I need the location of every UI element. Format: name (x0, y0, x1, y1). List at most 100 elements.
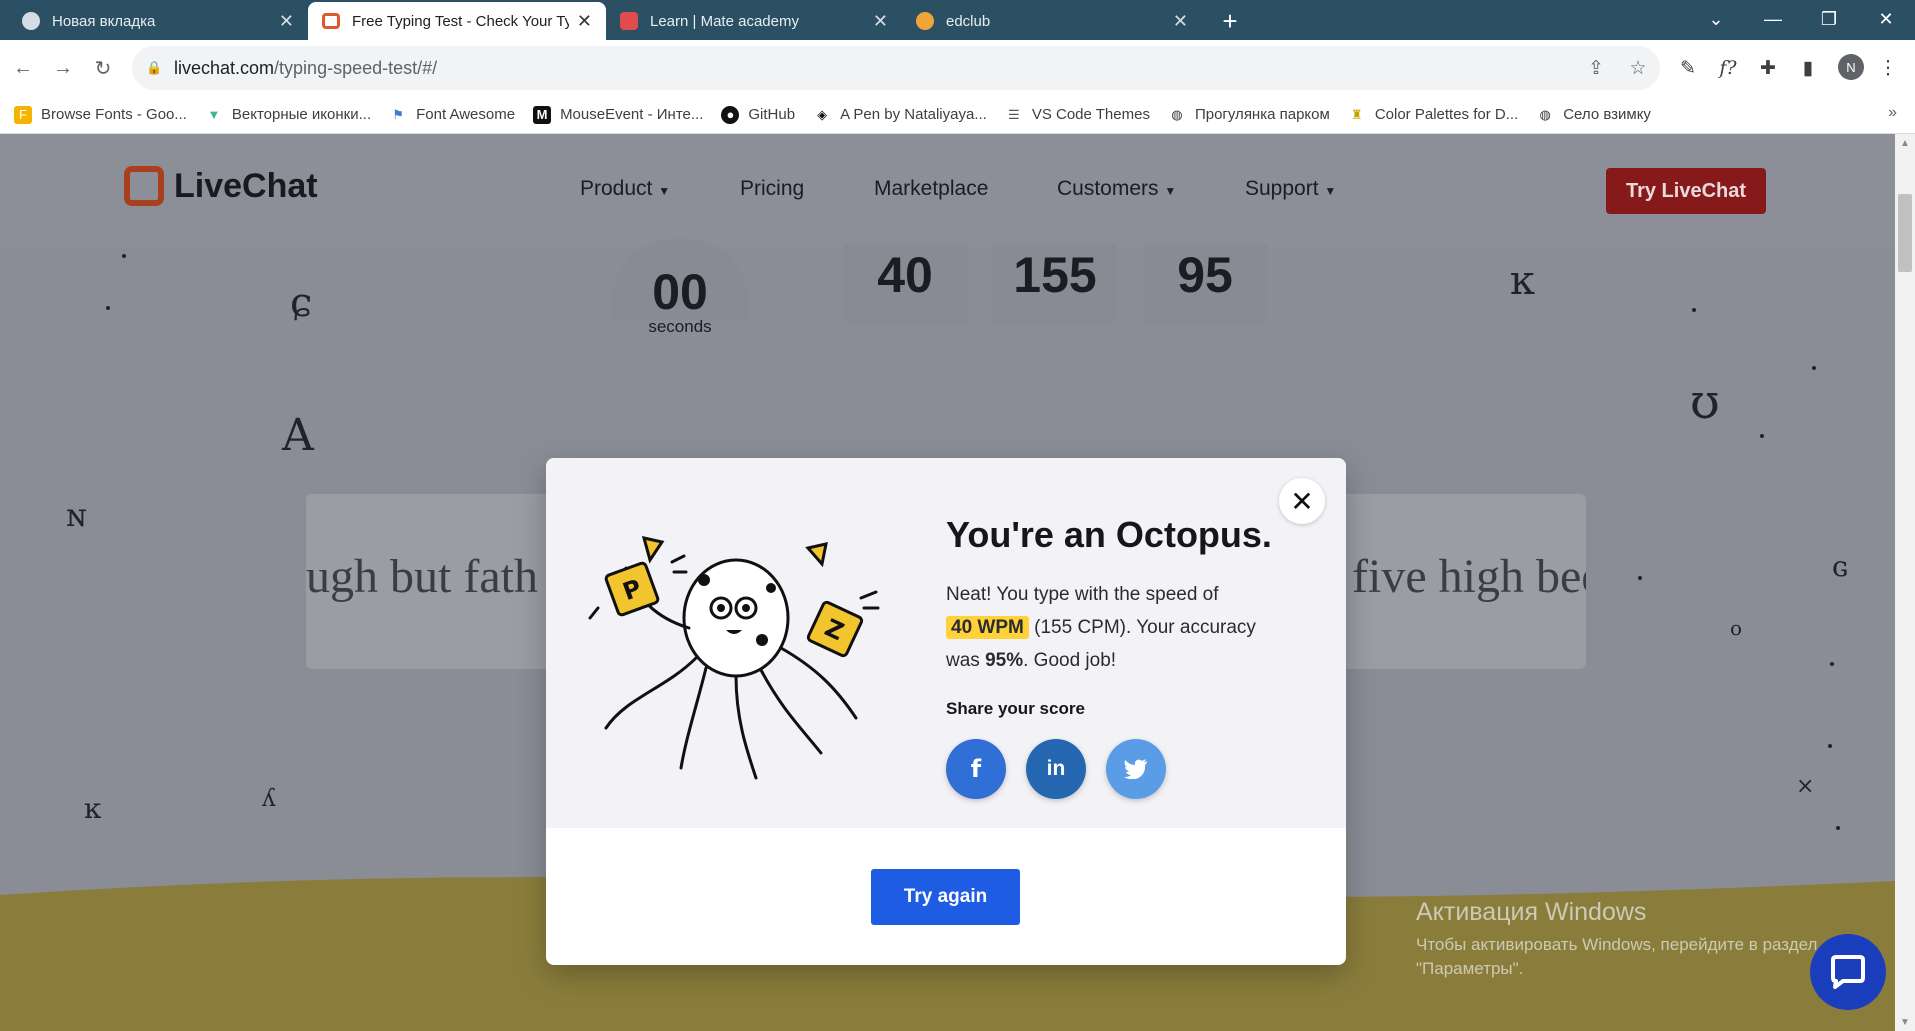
profile-avatar[interactable]: N (1838, 54, 1864, 80)
bookmark-label: Color Palettes for D... (1374, 106, 1519, 123)
tab-title: edclub (946, 12, 991, 30)
floating-letter: o (1730, 616, 1743, 640)
scroll-up-arrow-icon[interactable]: ▲ (1895, 134, 1915, 152)
site-header: LiveChat Product ▼ Pricing Marketplace C… (0, 134, 1895, 247)
whatfont-extension-icon[interactable]: f? (1712, 50, 1744, 86)
minimize-icon[interactable]: — (1745, 0, 1801, 38)
chrome-icon (22, 12, 40, 30)
close-tab-icon[interactable]: ✕ (873, 11, 888, 32)
globe-icon: ◍ (1171, 106, 1183, 122)
result-line3-post: . Good job! (1023, 650, 1117, 671)
nav-support[interactable]: Support ▼ (1245, 177, 1336, 201)
flag-icon: ⚑ (392, 106, 404, 122)
result-title: You're an Octopus. (946, 514, 1272, 555)
bookmark-item[interactable]: ⚑ Font Awesome (389, 106, 515, 124)
upcoming-text: five high bee (1352, 550, 1586, 603)
trophy-icon: ♜ (1351, 106, 1363, 122)
scroll-down-arrow-icon[interactable]: ▼ (1895, 1013, 1915, 1031)
nav-label: Support (1245, 177, 1319, 200)
octopus-illustration: P Z (588, 535, 880, 780)
share-twitter-button[interactable] (1106, 739, 1166, 799)
livechat-logo[interactable]: LiveChat (124, 166, 318, 206)
try-again-button[interactable]: Try again (871, 869, 1020, 925)
close-icon: ✕ (1290, 485, 1314, 517)
close-tab-icon[interactable]: ✕ (279, 11, 294, 32)
nav-pricing[interactable]: Pricing (740, 177, 804, 201)
windows-activation-watermark: Активация Windows Чтобы активировать Win… (1416, 898, 1817, 981)
bookmark-label: MouseEvent - Инте... (560, 106, 704, 123)
close-tab-icon[interactable]: ✕ (577, 11, 592, 32)
bookmark-item[interactable]: ◍ Прогулянка парком (1168, 106, 1330, 124)
accuracy-counter: 95 (1143, 244, 1267, 324)
eyedropper-extension-icon[interactable]: ✎ (1672, 50, 1704, 86)
result-line3-pre: was (946, 650, 986, 671)
accuracy-value: 95% (985, 650, 1024, 671)
bookmark-item[interactable]: ☰ VS Code Themes (1005, 106, 1150, 124)
bookmarks-overflow-icon[interactable]: » (1888, 104, 1897, 122)
new-tab-plus-icon[interactable]: + (1212, 5, 1248, 37)
bookmark-label: Browse Fonts - Goo... (41, 106, 187, 123)
back-arrow-icon[interactable]: ← (5, 50, 41, 86)
nav-customers[interactable]: Customers ▼ (1057, 177, 1176, 201)
floating-letter: ɴ (66, 496, 87, 534)
share-facebook-button[interactable]: f (946, 739, 1006, 799)
lock-icon: 🔒 (146, 60, 163, 75)
decor-dot (1812, 366, 1816, 370)
tab-mate-academy[interactable]: Learn | Mate academy ✕ (606, 2, 902, 40)
seconds-label: seconds (648, 317, 712, 336)
page-viewport: LiveChat Product ▼ Pricing Marketplace C… (0, 134, 1895, 1031)
edclub-icon (916, 12, 934, 30)
decor-dot (1638, 576, 1642, 580)
floating-letter: ʊ (1690, 374, 1720, 430)
share-linkedin-button[interactable]: in (1026, 739, 1086, 799)
close-tab-icon[interactable]: ✕ (1173, 11, 1188, 32)
result-modal: ✕ P Z You're an Octopus. Neat! You type … (546, 458, 1346, 965)
wpm-badge: 40 WPM (946, 616, 1029, 639)
bookmark-item[interactable]: ♜ Color Palettes for D... (1348, 106, 1518, 124)
floating-letter: ɢ (1832, 550, 1849, 583)
address-bar[interactable]: 🔒 livechat.com/typing-speed-test/#/ ⇪ ☆ (132, 46, 1660, 90)
tab-new-tab[interactable]: Новая вкладка ✕ (8, 2, 308, 40)
forward-arrow-icon[interactable]: → (45, 50, 81, 86)
cpm-counter: 155 (993, 244, 1117, 324)
page-scrollbar[interactable]: ▲ ▼ (1895, 134, 1915, 1031)
bookmark-item[interactable]: F Browse Fonts - Goo... (14, 105, 187, 124)
scrollbar-thumb[interactable] (1898, 194, 1912, 272)
nav-marketplace[interactable]: Marketplace (874, 177, 988, 201)
nav-label: Product (580, 177, 653, 200)
star-bookmark-icon[interactable]: ☆ (1626, 56, 1650, 80)
bookmark-label: Векторные иконки... (231, 106, 372, 123)
browser-toolbar: ← → ↻ 🔒 livechat.com/typing-speed-test/#… (0, 40, 1915, 96)
close-modal-button[interactable]: ✕ (1279, 478, 1325, 524)
extensions-puzzle-icon[interactable]: ✚ (1752, 50, 1784, 86)
bookmarks-bar: F Browse Fonts - Goo... ▼ Векторные иконки… (0, 96, 1915, 134)
tab-search-chevron-icon[interactable]: ⌄ (1688, 0, 1744, 38)
url-text[interactable]: livechat.com/typing-speed-test/#/ (174, 58, 437, 79)
close-window-icon[interactable]: ✕ (1858, 0, 1914, 38)
bookmark-item[interactable]: ● GitHub (721, 105, 795, 124)
url-domain: livechat.com (174, 57, 275, 78)
reload-icon[interactable]: ↻ (85, 50, 121, 86)
decor-dot (1830, 662, 1834, 666)
nav-product[interactable]: Product ▼ (580, 177, 670, 201)
restore-icon[interactable]: ❐ (1801, 0, 1857, 38)
share-icon[interactable]: ⇪ (1584, 56, 1608, 80)
bookmark-item[interactable]: ◍ Село взимку (1536, 106, 1651, 124)
tab-title: Free Typing Test - Check Your Ty (352, 12, 569, 30)
bookmark-label: Село взимку (1563, 106, 1651, 123)
side-panel-icon[interactable]: ▮ (1792, 50, 1824, 86)
bookmark-item[interactable]: ▼ Векторные иконки... (205, 106, 371, 124)
tab-edclub[interactable]: edclub ✕ (902, 2, 1202, 40)
decor-dot (1836, 826, 1840, 830)
floating-letter: × (1796, 774, 1815, 799)
bookmark-item[interactable]: M MouseEvent - Инте... (533, 105, 704, 124)
bookmark-item[interactable]: ◈ A Pen by Nataliyaya... (813, 106, 987, 124)
chat-widget-button[interactable] (1810, 934, 1886, 1010)
tab-typing-test[interactable]: Free Typing Test - Check Your Ty ✕ (308, 2, 606, 40)
typed-text: ugh but fath (306, 550, 538, 603)
try-livechat-button[interactable]: Try LiveChat (1606, 168, 1766, 214)
menu-kebab-icon[interactable]: ⋮ (1872, 50, 1904, 86)
livechat-icon (322, 13, 340, 29)
result-line1: Neat! You type with the speed of (946, 584, 1219, 605)
github-icon: ● (721, 105, 740, 124)
